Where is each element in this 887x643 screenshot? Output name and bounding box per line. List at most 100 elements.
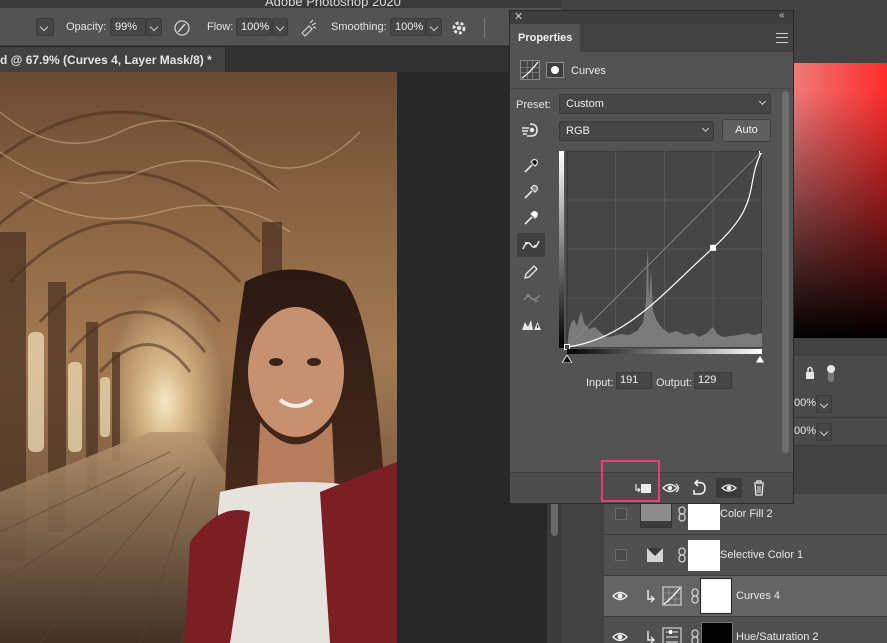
visibility-toggle-off[interactable] — [615, 508, 627, 520]
clipping-warning-tool[interactable] — [517, 312, 545, 336]
layer-fill-value[interactable]: 00% — [794, 425, 816, 437]
close-icon[interactable]: ✕ — [514, 10, 523, 23]
panel-tabs: Properties — [510, 24, 793, 52]
opacity-label: Opacity: — [66, 21, 107, 33]
eye-icon — [721, 484, 737, 492]
preset-select[interactable]: Custom — [559, 94, 771, 114]
gray-point-eyedropper[interactable] — [517, 180, 545, 204]
reset-button[interactable] — [689, 478, 711, 498]
white-point-eyedropper[interactable] — [517, 206, 545, 230]
curve-control-point[interactable] — [710, 244, 717, 251]
toggle-visibility-button[interactable] — [716, 478, 742, 498]
input-label: Input: — [586, 377, 614, 389]
curves-graph[interactable] — [559, 151, 762, 364]
input-field[interactable]: 191 — [616, 372, 652, 389]
layer-opacity-dropdown[interactable] — [816, 395, 832, 413]
trash-icon — [754, 480, 764, 496]
targeted-adjust-icon[interactable] — [521, 122, 541, 140]
black-point-eyedropper-icon — [524, 158, 538, 173]
airbrush-icon[interactable] — [299, 19, 317, 37]
auto-button[interactable]: Auto — [722, 119, 771, 142]
smooth-curve-tool[interactable] — [517, 286, 545, 310]
curve-point-icon — [522, 240, 540, 250]
eye-icon[interactable] — [612, 588, 628, 604]
tab-properties-label: Properties — [518, 32, 573, 44]
output-field[interactable]: 129 — [694, 372, 732, 389]
lock-position-icon[interactable] — [804, 366, 818, 380]
visibility-toggle-off[interactable] — [615, 549, 627, 561]
smooth-curve-icon — [523, 294, 541, 302]
fill-row: 00% — [792, 418, 887, 446]
pencil-tool[interactable] — [517, 260, 545, 284]
flow-dropdown[interactable] — [272, 18, 288, 36]
gear-icon[interactable] — [450, 19, 468, 37]
mask-link-icon[interactable] — [677, 506, 687, 522]
smoothing-input[interactable]: 100% — [390, 18, 426, 36]
opacity-input[interactable]: 99% — [110, 18, 146, 36]
layer-mask-thumbnail[interactable] — [688, 540, 720, 571]
preset-label: Preset: — [516, 99, 551, 111]
adjustment-header: Curves — [510, 52, 793, 89]
curve-control-point[interactable] — [759, 151, 763, 154]
panel-menu-icon[interactable] — [776, 33, 788, 43]
document-tab[interactable]: d @ 67.9% (Curves 4, Layer Mask/8) * — [0, 47, 226, 72]
white-point-eyedropper-icon — [524, 210, 538, 225]
brush-mode-dropdown[interactable] — [36, 18, 54, 36]
collapse-icon[interactable]: « — [779, 10, 785, 21]
toolbar-divider — [484, 18, 485, 38]
mask-link-icon[interactable] — [677, 547, 687, 563]
layer-name: Curves 4 — [736, 590, 781, 602]
canvas-scrollbar-thumb[interactable] — [551, 500, 558, 536]
channel-select[interactable]: RGB — [559, 121, 714, 141]
curves-adjustment-icon — [662, 586, 682, 606]
flow-label: Flow: — [207, 21, 234, 33]
tab-strip — [226, 47, 547, 72]
delete-button[interactable] — [748, 478, 770, 498]
annotation-highlight-box — [601, 460, 660, 502]
layer-name: Selective Color 1 — [720, 549, 804, 561]
layer-mask-icon[interactable] — [546, 62, 564, 78]
cloister-photo — [0, 110, 397, 643]
gray-point-eyedropper-icon — [524, 184, 538, 199]
properties-panel: ✕ « Properties Curves Preset: Custom RGB… — [509, 10, 794, 504]
pressure-opacity-icon[interactable] — [173, 19, 191, 37]
layer-lock-row — [792, 356, 887, 392]
smoothing-dropdown[interactable] — [426, 18, 442, 36]
lock-toggle-icon[interactable] — [826, 364, 836, 384]
color-picker-field[interactable] — [792, 63, 887, 338]
white-input-slider[interactable] — [755, 355, 765, 363]
layer-row-hue-saturation-2[interactable]: Hue/Saturation 2 — [604, 617, 887, 643]
layer-row-selective-color-1[interactable]: Selective Color 1 — [604, 535, 887, 576]
hue-saturation-icon — [662, 627, 682, 643]
flow-input[interactable]: 100% — [236, 18, 272, 36]
chevron-down-icon — [701, 124, 710, 133]
chevron-down-icon — [758, 97, 767, 106]
properties-scrollbar-thumb[interactable] — [782, 91, 789, 453]
mask-link-icon[interactable] — [690, 629, 700, 643]
panel-header-strip: ✕ « — [510, 10, 793, 24]
clipping-arrow-icon — [647, 631, 655, 643]
view-previous-icon — [662, 483, 680, 493]
black-point-eyedropper[interactable] — [517, 154, 545, 178]
selective-color-icon — [647, 548, 663, 562]
document-canvas[interactable] — [0, 72, 397, 643]
opacity-dropdown[interactable] — [146, 18, 162, 36]
layer-opacity-value[interactable]: 00% — [794, 397, 816, 409]
black-input-slider[interactable] — [562, 355, 572, 363]
layer-mask-thumbnail-selected[interactable] — [700, 578, 732, 614]
app-title: Adobe Photoshop 2020 — [265, 0, 401, 8]
layer-mask-thumbnail-black[interactable] — [701, 622, 733, 643]
curve-point-tool[interactable] — [517, 233, 545, 257]
layer-row-curves-4[interactable]: Curves 4 — [604, 576, 887, 617]
tab-properties[interactable]: Properties — [510, 24, 580, 52]
curves-adjustment-icon[interactable] — [520, 60, 540, 80]
layer-fill-dropdown[interactable] — [816, 423, 832, 441]
adjustment-title: Curves — [571, 65, 606, 77]
input-gradient-bar — [567, 349, 762, 354]
smoothing-label: Smoothing: — [331, 21, 387, 33]
opacity-row: 00% — [792, 390, 887, 418]
layer-name: Color Fill 2 — [720, 508, 773, 520]
view-previous-button[interactable] — [661, 478, 683, 498]
eye-icon[interactable] — [612, 629, 628, 643]
mask-link-icon[interactable] — [690, 588, 700, 604]
